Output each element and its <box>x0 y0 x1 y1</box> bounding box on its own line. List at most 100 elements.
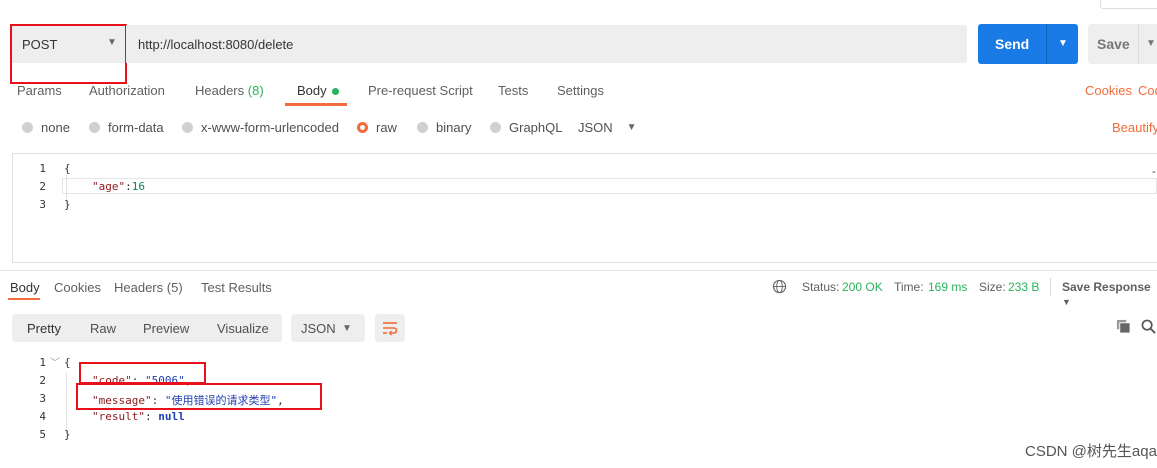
radio-x-www-form-urlencoded[interactable]: x-www-form-urlencoded <box>182 120 339 135</box>
radio-label: GraphQL <box>509 120 563 135</box>
globe-icon[interactable] <box>772 279 787 294</box>
time-value[interactable]: 169 ms <box>928 280 967 294</box>
line-number: 2 <box>39 374 46 387</box>
line-number: 2 <box>39 180 46 193</box>
send-label: Send <box>995 36 1030 52</box>
send-options-chevron-icon[interactable]: ▼ <box>1058 38 1068 49</box>
radio-circle-icon <box>89 122 100 133</box>
json-sep: : <box>125 180 132 193</box>
save-response-label: Save Response <box>1062 280 1151 294</box>
json-sep: : <box>144 410 159 423</box>
search-icon[interactable] <box>1141 319 1156 334</box>
radio-label: x-www-form-urlencoded <box>201 120 339 135</box>
response-tab-headers-label: Headers <box>114 280 164 295</box>
url-value: http://localhost:8080/delete <box>138 36 294 52</box>
cookies-link[interactable]: Cookies <box>1085 83 1132 98</box>
divider <box>0 270 1157 271</box>
response-tab-headers[interactable]: Headers (5) <box>114 280 183 295</box>
chevron-down-icon: ▼ <box>1062 297 1071 307</box>
copy-icon[interactable] <box>1116 319 1131 334</box>
scroll-marker: - <box>1152 166 1156 178</box>
radio-label: binary <box>436 120 472 135</box>
tab-pre-request-script[interactable]: Pre-request Script <box>368 83 473 98</box>
radio-binary[interactable]: binary <box>417 120 471 135</box>
save-label: Save <box>1097 36 1130 52</box>
code-line-3: } <box>64 198 71 211</box>
tab-headers-count: (8) <box>247 83 264 98</box>
radio-label: raw <box>376 120 397 135</box>
tab-settings[interactable]: Settings <box>557 83 604 98</box>
size-value[interactable]: 233 B <box>1008 280 1039 294</box>
json-key: "result" <box>92 410 145 423</box>
window-edge <box>1100 0 1157 9</box>
highlight-box-message <box>76 383 322 410</box>
radio-circle-icon <box>182 122 193 133</box>
send-button[interactable]: Send ▼ <box>978 24 1078 64</box>
status-label: Status: <box>802 280 840 294</box>
tab-headers[interactable]: Headers (8) <box>195 83 264 98</box>
code-line-4: "result": null <box>92 410 185 423</box>
tab-authorization[interactable]: Authorization <box>89 83 165 98</box>
line-number: 1 <box>39 356 46 369</box>
line-number: 5 <box>39 428 46 441</box>
radio-selected-icon <box>357 122 368 133</box>
active-tab-underline <box>8 298 40 300</box>
response-format-select[interactable]: JSON ▼ <box>291 314 365 342</box>
request-body-editor[interactable] <box>12 153 1157 263</box>
highlight-box-code <box>79 362 206 384</box>
save-button[interactable]: Save ▼ <box>1088 24 1157 64</box>
tab-tests[interactable]: Tests <box>498 83 528 98</box>
code-line-1: { <box>64 356 71 369</box>
json-null: null <box>158 410 185 423</box>
divider <box>1046 24 1047 64</box>
view-pretty[interactable]: Pretty <box>27 321 61 336</box>
wrap-lines-button[interactable] <box>375 314 405 342</box>
code-link-clip: Code <box>1138 83 1157 98</box>
json-key: "age" <box>92 180 126 193</box>
time-label: Time: <box>894 280 924 294</box>
response-tab-body[interactable]: Body <box>10 280 40 295</box>
body-indicator-dot-icon <box>331 88 339 96</box>
raw-format-select[interactable]: JSON ▼ <box>578 120 637 135</box>
radio-label: form-data <box>108 120 164 135</box>
fold-chevron-icon[interactable]: ﹀ <box>50 354 60 369</box>
view-raw[interactable]: Raw <box>90 321 116 336</box>
tab-body[interactable]: Body <box>297 83 339 98</box>
code-line-5: } <box>64 428 71 441</box>
response-tab-headers-count: (5) <box>166 280 183 295</box>
code-line-2: "age":16 <box>92 180 145 193</box>
view-preview[interactable]: Preview <box>143 321 189 336</box>
json-number: 16 <box>131 180 145 193</box>
current-line-highlight <box>62 178 1157 194</box>
view-visualize[interactable]: Visualize <box>217 321 269 336</box>
chevron-down-icon: ▼ <box>626 122 637 133</box>
beautify-link[interactable]: Beautify <box>1112 120 1157 135</box>
response-tab-test-results[interactable]: Test Results <box>201 280 272 295</box>
line-number: 1 <box>39 162 46 175</box>
wrap-lines-icon <box>383 322 398 336</box>
raw-format-value: JSON <box>578 120 613 135</box>
radio-none[interactable]: none <box>22 120 70 135</box>
chevron-down-icon: ▼ <box>342 323 352 334</box>
status-value[interactable]: 200 OK <box>842 280 883 294</box>
radio-graphql[interactable]: GraphQL <box>490 120 562 135</box>
code-link[interactable]: Code <box>1138 83 1157 98</box>
tab-headers-label: Headers <box>195 83 245 98</box>
tab-body-label: Body <box>297 83 327 98</box>
response-format-value: JSON <box>301 321 336 336</box>
save-response-button[interactable]: Save Response ▼ <box>1062 280 1157 308</box>
response-tab-cookies[interactable]: Cookies <box>54 280 101 295</box>
watermark: CSDN @树先生aqa <box>1025 443 1157 460</box>
radio-circle-icon <box>490 122 501 133</box>
active-tab-underline <box>285 103 347 106</box>
radio-form-data[interactable]: form-data <box>89 120 164 135</box>
save-options-chevron-icon[interactable]: ▼ <box>1146 38 1156 49</box>
view-mode-group: Pretty Raw Preview Visualize <box>12 314 282 342</box>
line-number: 3 <box>39 392 46 405</box>
indent-guide <box>66 372 67 434</box>
radio-raw[interactable]: raw <box>357 120 397 135</box>
url-input[interactable]: http://localhost:8080/delete <box>126 25 967 63</box>
tab-params[interactable]: Params <box>17 83 62 98</box>
code-line-1: { <box>64 162 71 175</box>
radio-label: none <box>41 120 70 135</box>
